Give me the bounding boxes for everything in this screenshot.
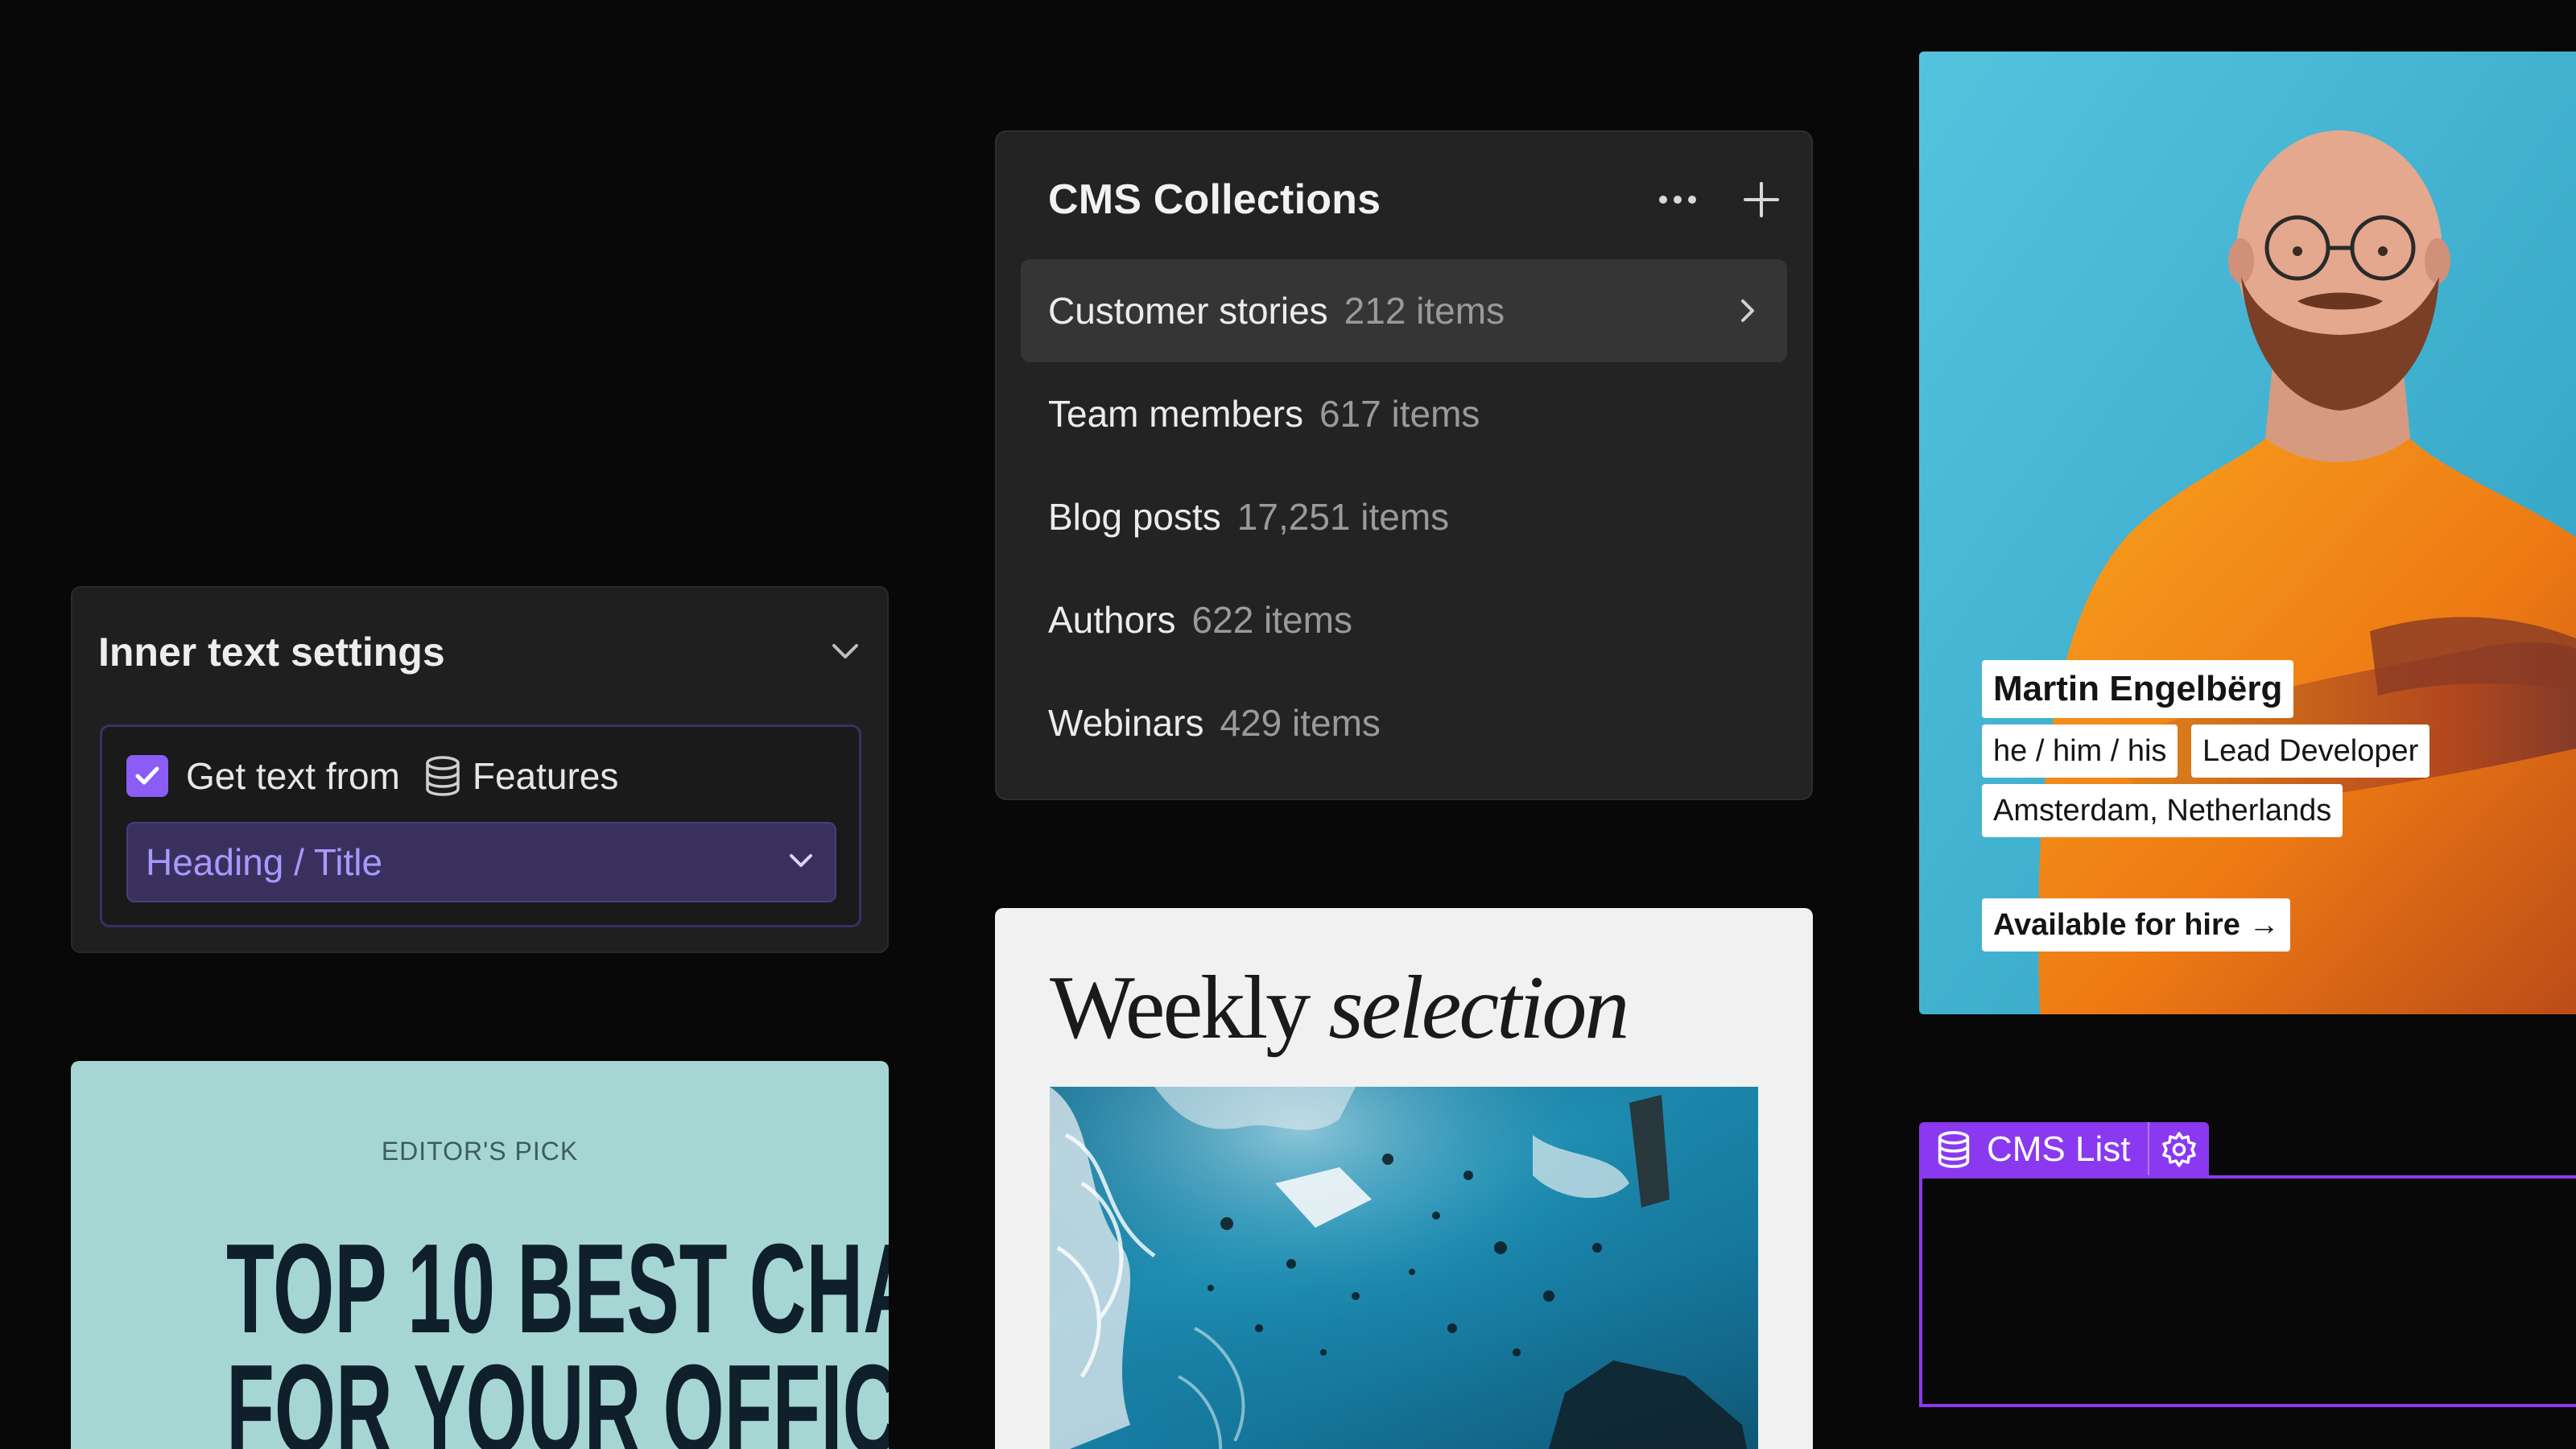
collection-count: 17,251 items [1236,496,1450,538]
text-source-box: Get text from Features Heading / Title [100,724,861,927]
weekly-selection-title: Weekly selection [1050,956,1629,1060]
available-for-hire-link[interactable]: Available for hire → [1982,898,2291,952]
profile-name: Martin Engelbërg [1982,660,2294,718]
weekly-title-italic: selection [1328,958,1629,1058]
cms-list-tab[interactable]: CMS List [1919,1122,2210,1177]
cms-list-frame[interactable] [1919,1175,2576,1407]
cms-list-settings-button[interactable] [2148,1122,2209,1177]
collection-item-webinars[interactable]: Webinars 429 items [1021,671,1787,774]
cms-list-label: CMS List [1987,1129,2131,1169]
cms-collections-actions [1652,174,1787,225]
more-horizontal-icon [1659,196,1696,204]
collection-count: 212 items [1344,290,1505,332]
cms-collections-title: CMS Collections [1048,176,1381,223]
cms-collections-header: CMS Collections [1048,167,1787,232]
collection-name: Authors [1048,599,1176,641]
collection-count: 617 items [1319,393,1480,435]
get-text-checkbox[interactable] [126,755,168,797]
add-collection-button[interactable] [1736,174,1787,225]
get-text-from-row: Get text from Features [126,754,618,798]
underwater-plastic-image [1050,1087,1758,1449]
plus-icon [1744,182,1779,217]
database-icon [1938,1131,1970,1168]
collection-name: Customer stories [1048,290,1328,332]
collection-name: Team members [1048,393,1303,435]
field-select-value: Heading / Title [146,841,383,883]
profile-pronouns: he / him / his [1982,724,2178,778]
database-icon [424,756,461,796]
chevron-down-icon[interactable] [828,638,863,667]
source-collection-name: Features [472,755,619,797]
inner-text-settings-title: Inner text settings [98,630,445,675]
collection-item-authors[interactable]: Authors 622 items [1021,568,1787,671]
collection-name: Blog posts [1048,496,1221,538]
cms-list-label-group: CMS List [1919,1122,2148,1177]
collection-name: Webinars [1048,702,1204,744]
collection-count: 429 items [1220,702,1381,744]
canvas: CMS Collections Customer stories 212 ite… [0,0,2576,1449]
profile-photo [1919,52,2576,1014]
inner-text-settings-panel: Inner text settings Get text from Featur… [71,586,889,953]
headline-line-1: TOP 10 BEST CHAIRS [226,1218,889,1360]
cms-collections-panel: CMS Collections Customer stories 212 ite… [995,130,1813,800]
collection-count: 622 items [1191,599,1352,641]
editors-pick-headline: TOP 10 BEST CHAIRS FOR YOUR OFFICE SPACE [226,1218,889,1449]
weekly-selection-card: Weekly selection [995,908,1813,1449]
collection-item-customer-stories[interactable]: Customer stories 212 items [1021,259,1787,362]
chevron-right-icon [1736,295,1760,327]
team-member-profile-card: Martin Engelbërg he / him / his Lead Dev… [1919,52,2576,1014]
check-icon [135,766,159,785]
collection-item-team-members[interactable]: Team members 617 items [1021,362,1787,465]
field-select[interactable]: Heading / Title [126,822,836,902]
collection-item-blog-posts[interactable]: Blog posts 17,251 items [1021,465,1787,568]
weekly-title-regular: Weekly [1050,958,1311,1058]
collection-list: Customer stories 212 items Team members … [1021,259,1787,774]
get-text-label: Get text from [186,755,400,797]
chevron-down-icon [785,849,817,876]
profile-role: Lead Developer [2191,724,2430,778]
inner-text-settings-header[interactable]: Inner text settings [98,620,863,684]
editors-pick-kicker: EDITOR'S PICK [381,1137,579,1166]
profile-location: Amsterdam, Netherlands [1982,784,2343,837]
editors-pick-card: EDITOR'S PICK TOP 10 BEST CHAIRS FOR YOU… [71,1061,889,1449]
headline-line-2: FOR YOUR OFFICE SPACE [226,1339,889,1449]
gear-icon [2162,1132,2197,1167]
more-options-button[interactable] [1652,174,1703,225]
